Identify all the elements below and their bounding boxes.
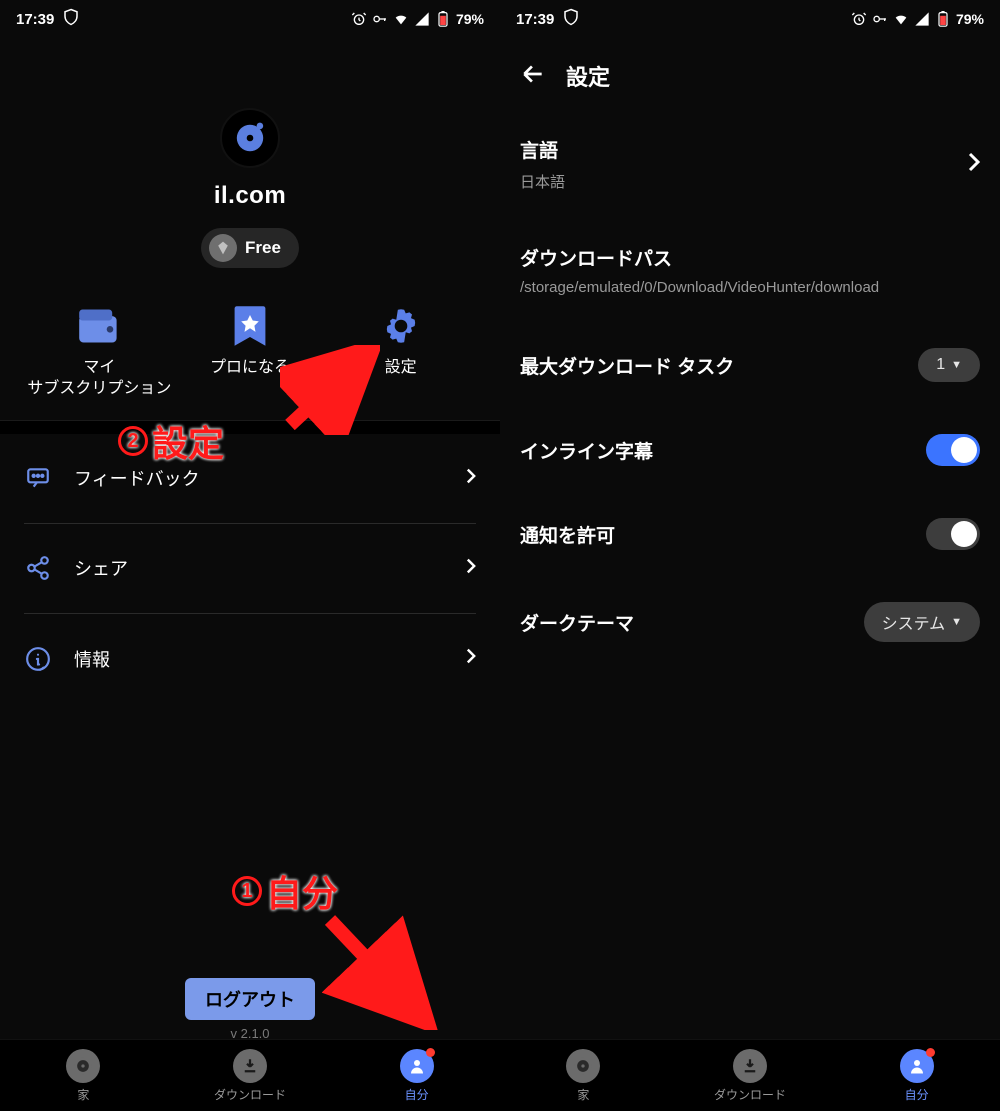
film-reel-icon [66, 1049, 100, 1083]
section-divider [0, 420, 500, 434]
plan-badge[interactable]: Free [201, 228, 299, 268]
bottom-nav: 家 ダウンロード 自分 [500, 1039, 1000, 1111]
caret-down-icon: ▼ [951, 359, 962, 371]
wifi-icon [393, 11, 409, 27]
menu-feedback[interactable]: フィードバック [24, 434, 476, 524]
setting-language-label: 言語 [520, 136, 968, 163]
setting-dark-theme-label: ダークテーマ [520, 609, 634, 636]
nav-home[interactable]: 家 [500, 1040, 667, 1111]
film-reel-icon [566, 1049, 600, 1083]
chevron-right-icon [466, 648, 476, 669]
vpn-key-icon [372, 11, 388, 27]
setting-notifications-label: 通知を許可 [520, 521, 615, 548]
setting-inline-subtitles: インライン字幕 [520, 408, 980, 492]
status-bar: 17:39 79% [0, 0, 500, 38]
setting-dark-theme: ダークテーマ システム ▼ [520, 576, 980, 668]
battery-percent: 79% [456, 11, 484, 27]
nav-home-label: 家 [577, 1086, 589, 1103]
battery-icon [435, 11, 451, 27]
nav-download-label: ダウンロード [214, 1086, 286, 1103]
nav-me[interactable]: 自分 [333, 1040, 500, 1111]
person-icon [400, 1049, 434, 1083]
caret-down-icon: ▼ [951, 616, 962, 628]
back-button[interactable] [520, 61, 546, 92]
setting-language-value: 日本語 [520, 171, 968, 192]
download-icon [733, 1049, 767, 1083]
status-time: 17:39 [16, 11, 54, 28]
download-icon [233, 1049, 267, 1083]
bottom-nav: 家 ダウンロード 自分 [0, 1039, 500, 1111]
setting-download-path-label: ダウンロードパス [520, 244, 980, 271]
plan-label: Free [245, 238, 281, 258]
shield-icon [62, 8, 80, 30]
nav-me[interactable]: 自分 [833, 1040, 1000, 1111]
feedback-icon [24, 465, 52, 491]
wallet-icon [25, 302, 174, 350]
app-logo-icon [220, 108, 280, 168]
gear-icon [326, 302, 475, 350]
nav-download[interactable]: ダウンロード [167, 1040, 334, 1111]
chevron-right-icon [466, 558, 476, 579]
appbar: 設定 [500, 38, 1000, 110]
status-bar: 17:39 79% [500, 0, 1000, 38]
nav-download-label: ダウンロード [714, 1086, 786, 1103]
menu-share-label: シェア [74, 555, 444, 581]
annotation-1: 1自分 [232, 865, 338, 917]
screen-settings: 17:39 79% 設定 言語 日本語 [500, 0, 1000, 1111]
setting-language[interactable]: 言語 日本語 [520, 110, 980, 218]
nav-me-label: 自分 [405, 1086, 429, 1103]
alarm-icon [851, 11, 867, 27]
setting-inline-subtitles-label: インライン字幕 [520, 437, 653, 464]
battery-icon [935, 11, 951, 27]
user-email: il.com [0, 182, 500, 210]
tile-settings[interactable]: 設定 [326, 302, 475, 400]
battery-percent: 79% [956, 11, 984, 27]
setting-max-tasks: 最大ダウンロード タスク 1 ▼ [520, 322, 980, 408]
menu-share[interactable]: シェア [24, 524, 476, 614]
setting-download-path-value: /storage/emulated/0/Download/VideoHunter… [520, 279, 980, 296]
max-tasks-value: 1 [936, 356, 945, 374]
chevron-right-icon [968, 152, 980, 177]
nav-me-label: 自分 [905, 1086, 929, 1103]
menu-info[interactable]: 情報 [24, 614, 476, 704]
chevron-right-icon [466, 468, 476, 489]
inline-subtitles-toggle[interactable] [926, 434, 980, 466]
tile-settings-label: 設定 [326, 358, 475, 379]
status-time: 17:39 [516, 11, 554, 28]
menu-feedback-label: フィードバック [74, 465, 444, 491]
diamond-icon [209, 234, 237, 262]
setting-notifications: 通知を許可 [520, 492, 980, 576]
person-icon [900, 1049, 934, 1083]
signal-icon [914, 11, 930, 27]
nav-home[interactable]: 家 [0, 1040, 167, 1111]
dark-theme-value: システム [882, 610, 946, 634]
setting-max-tasks-label: 最大ダウンロード タスク [520, 352, 734, 379]
info-icon [24, 646, 52, 672]
screen-profile: 17:39 79% il.com Free [0, 0, 500, 1111]
share-icon [24, 555, 52, 581]
notifications-toggle[interactable] [926, 518, 980, 550]
wifi-icon [893, 11, 909, 27]
vpn-key-icon [872, 11, 888, 27]
tile-pro-label: プロになる [175, 358, 324, 379]
dark-theme-selector[interactable]: システム ▼ [864, 602, 980, 642]
signal-icon [414, 11, 430, 27]
profile-section: il.com Free マイ サブスクリプション プロになる [0, 38, 500, 420]
setting-download-path[interactable]: ダウンロードパス /storage/emulated/0/Download/Vi… [520, 218, 980, 322]
max-tasks-selector[interactable]: 1 ▼ [918, 348, 980, 382]
alarm-icon [351, 11, 367, 27]
tile-pro[interactable]: プロになる [175, 302, 324, 400]
logout-button[interactable]: ログアウト [185, 978, 315, 1020]
nav-home-label: 家 [77, 1086, 89, 1103]
menu-list: フィードバック シェア 情報 [0, 434, 500, 704]
bookmark-star-icon [175, 302, 324, 350]
menu-info-label: 情報 [74, 646, 444, 672]
nav-download[interactable]: ダウンロード [667, 1040, 834, 1111]
shield-icon [562, 8, 580, 30]
page-title: 設定 [566, 60, 610, 92]
tile-subscription-label: マイ サブスクリプション [25, 358, 174, 400]
tile-subscription[interactable]: マイ サブスクリプション [25, 302, 174, 400]
